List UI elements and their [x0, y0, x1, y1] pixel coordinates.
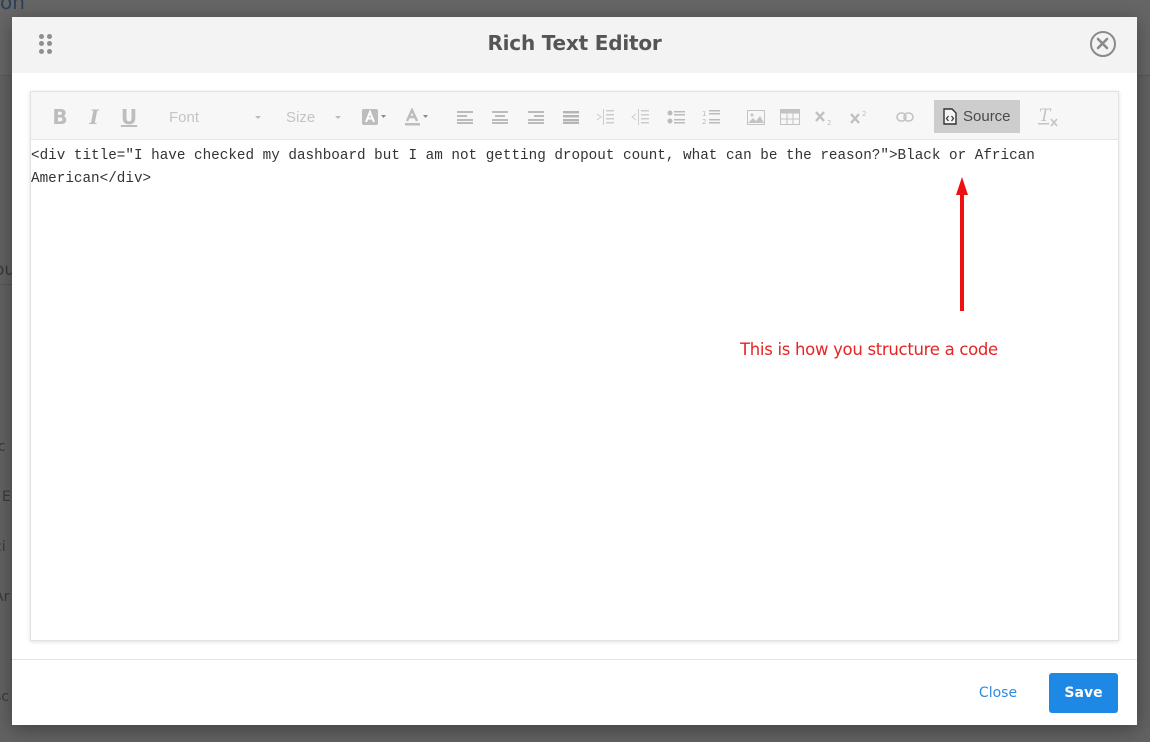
- align-center-button[interactable]: [490, 102, 510, 132]
- svg-text:2: 2: [862, 110, 866, 118]
- background-fragment: ic: [0, 439, 6, 455]
- source-code-icon: [943, 108, 957, 125]
- italic-icon: I: [89, 105, 99, 129]
- background-fragment: E: [2, 489, 11, 505]
- remove-format-icon: T: [1038, 107, 1058, 127]
- bold-button[interactable]: B: [48, 102, 72, 132]
- modal-header: Rich Text Editor: [12, 17, 1137, 73]
- font-dropdown[interactable]: Font: [169, 102, 261, 132]
- close-button[interactable]: Close: [968, 679, 1028, 707]
- text-color-icon: [405, 108, 428, 126]
- align-center-icon: [492, 111, 508, 124]
- annotation-arrow: [960, 183, 964, 311]
- indent-icon: [596, 109, 614, 125]
- source-editor-textarea[interactable]: <div title="I have checked my dashboard …: [31, 141, 1118, 191]
- table-icon: [780, 109, 800, 125]
- italic-button[interactable]: I: [82, 102, 106, 132]
- svg-text:2: 2: [702, 118, 706, 125]
- subscript-icon: 2: [815, 111, 831, 125]
- chevron-down-icon: [335, 115, 341, 119]
- font-dropdown-label: Font: [169, 108, 200, 126]
- svg-text:1: 1: [702, 110, 706, 118]
- editor-frame: B I U Font Size 1 2 2 2 Source T <div ti…: [30, 91, 1119, 641]
- subscript-button[interactable]: 2: [814, 102, 836, 132]
- bulleted-list-icon: [667, 110, 685, 124]
- superscript-icon: 2: [850, 110, 866, 124]
- align-left-button[interactable]: [455, 102, 475, 132]
- background-top-text: on: [0, 0, 25, 14]
- editor-toolbar: B I U Font Size 1 2 2 2 Source T: [31, 92, 1118, 140]
- link-button[interactable]: [894, 102, 916, 132]
- background-fragment: ci: [0, 539, 6, 555]
- background-color-icon: [362, 109, 386, 125]
- justify-icon: [563, 111, 579, 124]
- link-icon: [896, 112, 914, 122]
- svg-text:2: 2: [827, 119, 831, 125]
- underline-button[interactable]: U: [117, 102, 141, 132]
- close-circle-icon[interactable]: [1090, 31, 1116, 57]
- footer-divider: [12, 659, 1137, 660]
- text-color-button[interactable]: [403, 102, 431, 132]
- image-button[interactable]: [745, 102, 767, 132]
- align-right-icon: [528, 111, 544, 124]
- image-icon: [747, 109, 765, 125]
- superscript-button[interactable]: 2: [849, 102, 871, 132]
- background-fragment: Ar: [0, 589, 10, 605]
- underline-icon: U: [120, 105, 138, 129]
- modal-title: Rich Text Editor: [487, 31, 662, 55]
- chevron-down-icon: [255, 115, 261, 119]
- bulleted-list-button[interactable]: [666, 102, 686, 132]
- bold-icon: B: [52, 105, 68, 129]
- outdent-button[interactable]: [630, 102, 650, 132]
- table-button[interactable]: [779, 102, 801, 132]
- indent-button[interactable]: [595, 102, 615, 132]
- source-button[interactable]: Source: [934, 100, 1020, 133]
- justify-button[interactable]: [561, 102, 581, 132]
- numbered-list-icon: 12: [702, 110, 720, 125]
- source-button-label: Source: [963, 108, 1011, 125]
- size-dropdown-label: Size: [286, 108, 316, 126]
- background-fragment: sc: [0, 689, 9, 705]
- numbered-list-button[interactable]: 12: [701, 102, 721, 132]
- align-left-icon: [457, 111, 473, 124]
- rich-text-editor-modal: Rich Text Editor B I U Font Size 1 2 2 2…: [12, 17, 1137, 725]
- size-dropdown[interactable]: Size: [286, 102, 341, 132]
- annotation-text: This is how you structure a code: [740, 340, 998, 359]
- background-color-button[interactable]: [361, 102, 389, 132]
- remove-format-button[interactable]: T: [1036, 102, 1060, 132]
- outdent-icon: [631, 109, 649, 125]
- save-button[interactable]: Save: [1049, 673, 1118, 713]
- align-right-button[interactable]: [526, 102, 546, 132]
